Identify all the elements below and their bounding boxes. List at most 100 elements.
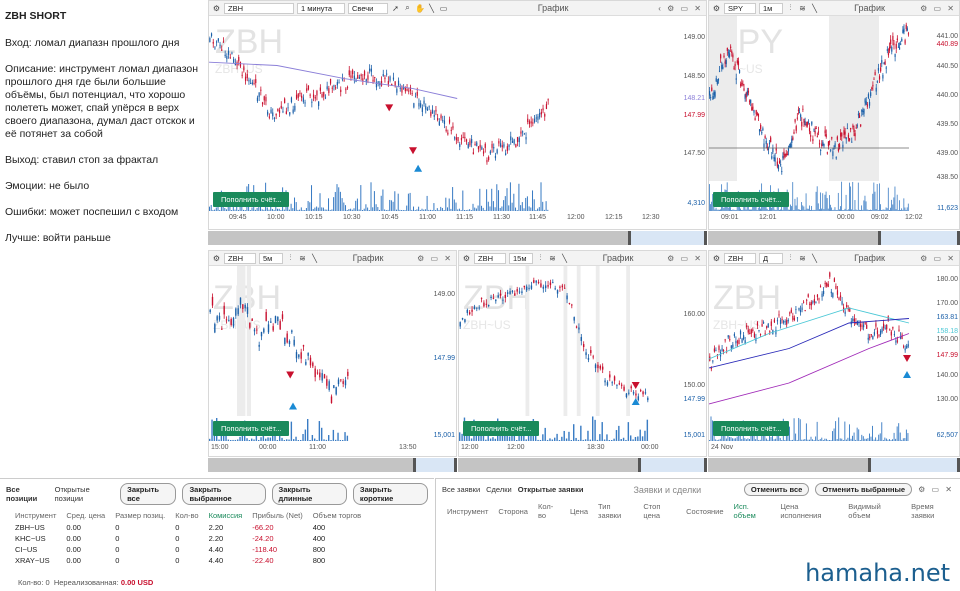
scrollbar-thumb[interactable] bbox=[413, 458, 457, 472]
gear-icon[interactable]: ⚙ bbox=[712, 4, 721, 13]
line-tool-icon[interactable]: ╲ bbox=[560, 254, 569, 263]
gear-icon[interactable]: ⚙ bbox=[462, 254, 471, 263]
table-row[interactable]: XRAY~US 0.00 0 0 4.40 -22.40 800 bbox=[10, 555, 366, 566]
spy-scrollbar[interactable] bbox=[708, 231, 960, 245]
search-icon[interactable]: ⌕ bbox=[403, 3, 412, 13]
column-header[interactable]: Цена исполнения bbox=[775, 500, 843, 522]
column-header[interactable]: Состояние bbox=[681, 500, 728, 522]
line-tool-icon[interactable]: ╲ bbox=[810, 4, 819, 13]
candle-icon[interactable]: ⫶ bbox=[536, 253, 545, 263]
indicator-icon[interactable]: ≋ bbox=[798, 4, 807, 13]
deposit-button[interactable]: Пополнить счёт... bbox=[213, 421, 290, 436]
timeframe-select[interactable]: 1м bbox=[759, 2, 783, 14]
cancel-all-button[interactable]: Отменить все bbox=[743, 483, 810, 496]
main-scrollbar[interactable] bbox=[208, 231, 707, 245]
table-row[interactable]: KHC~US 0.00 0 0 2.20 -24.20 400 bbox=[10, 533, 366, 544]
timeframe-select[interactable]: 15м bbox=[509, 252, 533, 264]
scrollbar-thumb[interactable] bbox=[868, 458, 960, 472]
candle-icon[interactable]: ⫶ bbox=[786, 253, 795, 263]
chart-zbh-daily[interactable]: ⚙ ZBH Д ⫶ ≋ ╲ График ⚙ ▭ ✕ ZBH ZBH~US 180… bbox=[708, 250, 960, 457]
scrollbar-thumb[interactable] bbox=[878, 231, 960, 245]
column-header[interactable]: Цена bbox=[565, 500, 593, 522]
daily-scrollbar[interactable] bbox=[708, 458, 960, 472]
fifteen-scrollbar[interactable] bbox=[458, 458, 707, 472]
chart-spy[interactable]: ⚙ SPY 1м ⫶ ≋ ╲ График ⚙ ▭ ✕ SPY SPY~US 44… bbox=[708, 0, 960, 230]
candle-body bbox=[433, 114, 435, 117]
tab-all-positions[interactable]: Все позиции bbox=[6, 485, 49, 503]
gear-icon[interactable]: ⚙ bbox=[212, 254, 221, 263]
window-controls-icon[interactable]: ⚙ ▭ ✕ bbox=[667, 254, 703, 263]
timeframe-select[interactable]: 5м bbox=[259, 252, 283, 264]
window-controls-icon[interactable]: ⚙ ▭ ✕ bbox=[920, 254, 956, 263]
candle-body bbox=[770, 137, 772, 143]
table-row[interactable]: CI~US 0.00 0 0 4.40 -118.40 800 bbox=[10, 544, 366, 555]
tab-all-orders[interactable]: Все заявки bbox=[442, 485, 480, 494]
column-header[interactable]: Видимый объем bbox=[843, 500, 906, 522]
window-controls-icon[interactable]: ‹ ⚙ ▭ ✕ bbox=[658, 4, 703, 13]
deposit-button[interactable]: Пополнить счёт... bbox=[713, 421, 790, 436]
indicator-icon[interactable]: ≋ bbox=[548, 254, 557, 263]
column-header[interactable]: Время заявки bbox=[906, 500, 960, 522]
table-row[interactable]: ZBH~US 0.00 0 0 2.20 -66.20 400 bbox=[10, 522, 366, 533]
symbol-field[interactable]: ZBH bbox=[724, 252, 756, 264]
symbol-field[interactable]: ZBH bbox=[474, 252, 506, 264]
close-all-button[interactable]: Закрыть все bbox=[120, 483, 177, 505]
rectangle-tool-icon[interactable]: ▭ bbox=[439, 4, 448, 13]
volume-bar bbox=[312, 209, 314, 211]
chart-type-select[interactable]: Свечи bbox=[348, 2, 388, 14]
deposit-button[interactable]: Пополнить счёт... bbox=[463, 421, 540, 436]
gear-icon[interactable]: ⚙ bbox=[712, 254, 721, 263]
five-scrollbar[interactable] bbox=[208, 458, 457, 472]
deposit-button[interactable]: Пополнить счёт... bbox=[213, 192, 290, 207]
column-header[interactable]: Сторона bbox=[493, 500, 533, 522]
close-long-button[interactable]: Закрыть длинные bbox=[271, 483, 347, 505]
cancel-selected-button[interactable]: Отменить выбранные bbox=[815, 483, 913, 496]
candle-body bbox=[896, 340, 899, 342]
chart-zbh-5m[interactable]: ⚙ ZBH 5м ⫶ ≋ ╲ График ⚙ ▭ ✕ ZBHZBH~US 14… bbox=[208, 250, 457, 457]
tab-open-orders[interactable]: Открытые заявки bbox=[518, 485, 584, 494]
line-tool-icon[interactable]: ╲ bbox=[310, 254, 319, 263]
scrollbar-thumb[interactable] bbox=[628, 231, 707, 245]
panel-controls-icon[interactable]: ⚙ ▭ ✕ bbox=[918, 485, 954, 494]
volume-bar bbox=[736, 436, 738, 441]
price-tick: 147.99 bbox=[683, 112, 705, 119]
chart-zbh-15m[interactable]: ⚙ ZBH 15м ⫶ ≋ ╲ График ⚙ ▭ ✕ ZBH ZBH~US 1… bbox=[458, 250, 707, 457]
chart-zbh-1m[interactable]: ⚙ ZBH 1 минута Свечи ➚ ⌕ ✋ ╲ ▭ График ‹ … bbox=[208, 0, 707, 230]
timeframe-select[interactable]: Д bbox=[759, 252, 783, 264]
volume-bar bbox=[573, 424, 575, 441]
column-header[interactable]: Кол-во bbox=[533, 500, 565, 522]
tab-open-positions[interactable]: Открытые позиции bbox=[55, 485, 115, 503]
scrollbar-thumb[interactable] bbox=[638, 458, 707, 472]
candle-body bbox=[846, 304, 848, 308]
window-controls-icon[interactable]: ⚙ ▭ ✕ bbox=[920, 4, 956, 13]
symbol-field[interactable]: ZBH bbox=[224, 252, 256, 264]
column-header[interactable]: Тип заявки bbox=[593, 500, 638, 522]
hand-icon[interactable]: ✋ bbox=[415, 4, 425, 13]
volume-bar bbox=[521, 202, 523, 211]
volume-bar bbox=[365, 204, 367, 211]
close-short-button[interactable]: Закрыть короткие bbox=[352, 483, 428, 505]
candle-body bbox=[709, 91, 711, 96]
column-header[interactable]: Инструмент bbox=[442, 500, 493, 522]
volume-bar bbox=[829, 439, 830, 441]
window-controls-icon[interactable]: ⚙ ▭ ✕ bbox=[417, 254, 453, 263]
column-header[interactable]: Стоп цена bbox=[638, 500, 681, 522]
candle-icon[interactable]: ⫶ bbox=[786, 3, 795, 13]
symbol-field[interactable]: SPY bbox=[724, 2, 756, 14]
candle-body bbox=[901, 334, 903, 339]
indicator-icon[interactable]: ≋ bbox=[798, 254, 807, 263]
column-header[interactable]: Исп. объем bbox=[729, 500, 776, 522]
candle-body bbox=[528, 121, 531, 124]
line-tool-icon[interactable]: ╲ bbox=[810, 254, 819, 263]
indicator-icon[interactable]: ≋ bbox=[298, 254, 307, 263]
candle-body bbox=[294, 105, 296, 111]
candle-icon[interactable]: ⫶ bbox=[286, 253, 295, 263]
tab-deals[interactable]: Сделки bbox=[486, 485, 512, 494]
line-tool-icon[interactable]: ╲ bbox=[427, 4, 436, 13]
timeframe-select[interactable]: 1 минута bbox=[297, 2, 345, 14]
cursor-icon[interactable]: ➚ bbox=[391, 4, 400, 13]
symbol-field[interactable]: ZBH bbox=[224, 2, 294, 14]
gear-icon[interactable]: ⚙ bbox=[212, 4, 221, 13]
close-selected-button[interactable]: Закрыть выбранное bbox=[182, 483, 266, 505]
deposit-button[interactable]: Пополнить счёт... bbox=[713, 192, 790, 207]
